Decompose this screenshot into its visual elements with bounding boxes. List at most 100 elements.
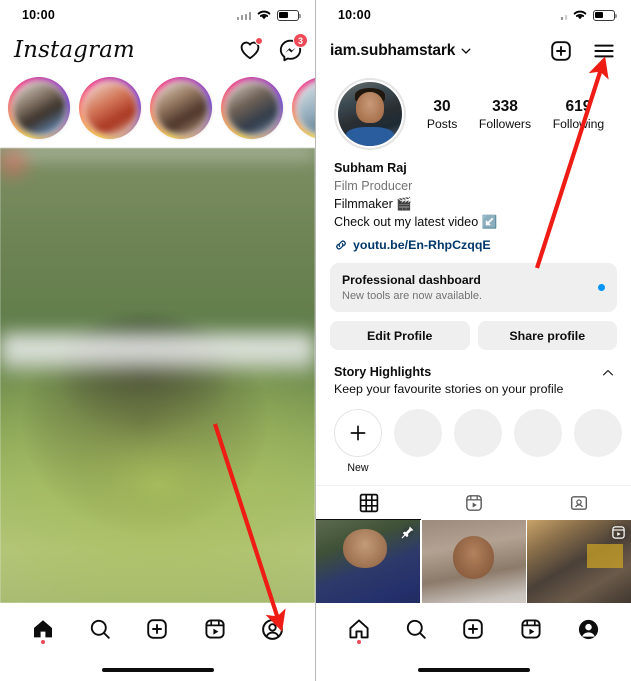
messenger-icon[interactable]: 3 (277, 33, 308, 63)
stat-posts[interactable]: 30 Posts (427, 97, 457, 130)
signal-icon (236, 11, 251, 20)
bottom-nav-tabs (316, 603, 631, 655)
nav-profile-button[interactable] (571, 612, 605, 646)
feed-subcaption-blur (0, 362, 315, 371)
story-highlights-title: Story Highlights (334, 365, 432, 380)
home-icon (33, 620, 52, 638)
create-icon (463, 619, 484, 639)
create-icon (147, 619, 168, 639)
bio-line-2: Check out my latest video ↙️ (334, 214, 498, 229)
followers-label: Followers (478, 116, 532, 131)
home-indicator-bar (417, 667, 530, 672)
search-icon (406, 619, 426, 639)
highlight-new-label: New (347, 462, 369, 475)
screenshot-stage: 10:00 Instagram 3 10:00 iam.subhamstark … (0, 0, 631, 681)
signal-icon (560, 11, 567, 20)
add-post-icon[interactable] (548, 38, 574, 64)
messenger-badge-count: 3 (293, 33, 308, 48)
professional-dashboard-card[interactable]: Professional dashboard New tools are now… (330, 262, 617, 313)
share-profile-button[interactable]: Share profile (477, 321, 617, 351)
bottom-navigation-bar (316, 603, 631, 681)
nav-profile-button[interactable] (255, 612, 289, 646)
nav-create-button[interactable] (456, 612, 490, 646)
nav-search-button[interactable] (83, 612, 117, 646)
grid-tab[interactable] (316, 486, 421, 521)
highlight-placeholder[interactable] (574, 409, 622, 474)
chevron-up-icon[interactable] (601, 366, 615, 380)
story-item[interactable] (150, 77, 212, 139)
nav-search-button[interactable] (399, 612, 433, 646)
status-bar-indicators (236, 9, 302, 21)
highlight-new-button[interactable]: New (334, 409, 382, 474)
nav-reels-button[interactable] (514, 612, 548, 646)
plus-icon (350, 425, 366, 441)
nav-create-button[interactable] (140, 612, 174, 646)
nav-home-button[interactable] (26, 612, 60, 646)
profile-icon (578, 619, 598, 639)
wifi-icon (573, 10, 587, 20)
left-phone-instagram-home: 10:00 Instagram 3 (0, 0, 315, 681)
profile-header-actions (548, 38, 617, 64)
link-icon (336, 240, 346, 249)
tagged-icon (570, 496, 587, 511)
story-item[interactable] (8, 77, 70, 139)
home-icon (349, 619, 369, 639)
tagged-tab[interactable] (526, 486, 631, 520)
stories-tray[interactable] (0, 70, 315, 148)
right-phone-instagram-profile: 10:00 iam.subhamstark 30 Posts 338 Follo… (316, 0, 631, 681)
reels-tab[interactable] (421, 486, 526, 520)
bio-display-name: Subham Raj (334, 161, 407, 175)
status-bar-time: 10:00 (338, 8, 371, 22)
search-icon (90, 619, 110, 639)
profile-stats: 30 Posts 338 Followers 619 Following (406, 97, 615, 130)
feed-avatar-blur (0, 150, 26, 176)
bio-link-row[interactable]: youtu.be/En-RhpCzqqE (334, 238, 615, 252)
status-bar-indicators (560, 9, 618, 21)
story-item[interactable] (292, 77, 315, 139)
avatar[interactable] (334, 78, 406, 150)
home-notification-dot (356, 640, 361, 644)
feed-blur-layer (0, 148, 315, 603)
story-item[interactable] (221, 77, 283, 139)
dashboard-title: Professional dashboard (342, 272, 481, 287)
profile-header: iam.subhamstark (316, 30, 631, 72)
bottom-navigation-bar (0, 603, 315, 681)
nav-reels-button[interactable] (198, 612, 232, 646)
home-notification-dot (40, 640, 45, 644)
highlight-placeholder[interactable] (394, 409, 442, 474)
battery-icon (277, 9, 302, 21)
nav-home-button[interactable] (342, 612, 376, 646)
story-highlights-row: New (316, 399, 631, 474)
hamburger-menu-icon[interactable] (591, 38, 617, 64)
profile-bio: Subham Raj Film Producer Filmmaker 🎬 Che… (316, 150, 631, 252)
profile-icon (261, 618, 283, 640)
stat-followers[interactable]: 338 Followers (479, 97, 531, 130)
reels-icon (611, 525, 626, 545)
dashboard-new-dot (598, 283, 605, 291)
status-bar-time: 10:00 (22, 8, 55, 22)
username-switcher[interactable]: iam.subhamstark (330, 42, 472, 60)
bio-line-1: Filmmaker 🎬 (334, 196, 412, 211)
following-count: 619 (565, 98, 592, 116)
bottom-nav-tabs (0, 603, 315, 655)
bio-link[interactable]: youtu.be/En-RhpCzqqE (353, 238, 491, 252)
feed-caption-blur (0, 333, 315, 361)
following-label: Following (552, 116, 605, 131)
profile-summary: 30 Posts 338 Followers 619 Following (316, 72, 631, 150)
followers-count: 338 (492, 98, 518, 116)
reels-icon (205, 619, 225, 639)
edit-profile-button[interactable]: Edit Profile (330, 321, 470, 351)
highlight-placeholder[interactable] (514, 409, 562, 474)
feed-post-image[interactable] (0, 148, 315, 603)
profile-content-tabs (316, 485, 631, 521)
status-bar: 10:00 (0, 0, 315, 30)
activity-heart-icon[interactable] (237, 37, 263, 63)
feed-top-band (0, 148, 315, 156)
home-indicator-bar (101, 667, 214, 672)
posts-label: Posts (426, 116, 458, 131)
instagram-header: Instagram 3 (0, 30, 315, 70)
pin-icon (400, 525, 415, 545)
story-item[interactable] (79, 77, 141, 139)
stat-following[interactable]: 619 Following (553, 97, 604, 130)
highlight-placeholder[interactable] (454, 409, 502, 474)
